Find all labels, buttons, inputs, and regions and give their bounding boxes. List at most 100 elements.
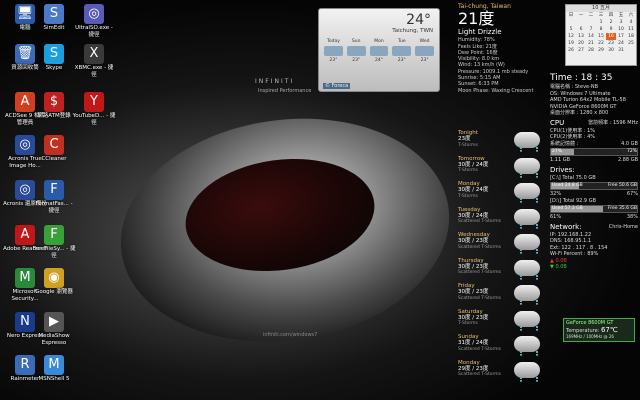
desktop-icon[interactable]: X XBMC.exe - 捷徑: [72, 44, 116, 79]
gpu-monitor: GeForce 8600M GT Temperature: 67℃ 169MHz…: [563, 318, 635, 342]
calendar-day[interactable]: 27: [576, 47, 586, 54]
desktop-icon-label: CCleaner: [41, 156, 67, 162]
calendar-day[interactable]: 22: [596, 40, 606, 47]
calendar-day[interactable]: 18: [626, 33, 636, 40]
drive-d-bar: Used 57.3 GB Free 35.6 GB: [550, 205, 638, 213]
calendar-weekday: 五: [618, 13, 624, 18]
network-name: Chris-Home: [608, 223, 638, 230]
calendar-day[interactable]: 8: [596, 26, 606, 33]
desktop-icon[interactable]: ▶ MediaShow Espresso: [32, 312, 76, 347]
forecast-condition: Scattered T-Storms: [458, 244, 502, 250]
calendar-day[interactable]: 3: [616, 19, 626, 26]
drive-d-used: Used 57.3 GB: [552, 206, 583, 211]
calendar-day[interactable]: 23: [606, 40, 616, 47]
forecast-day: Monday 29度 / 23度 Scattered T-Storms: [458, 360, 558, 387]
storm-cloud-icon: [514, 285, 540, 305]
storm-cloud-icon: [514, 132, 540, 152]
storm-cloud-icon: [514, 259, 540, 280]
forecast-day: Saturday 30度 / 23度 T-Storms: [458, 309, 558, 336]
forecast-day: Sunday 31度 / 24度 Scattered T-Storms: [458, 334, 558, 361]
forecast-day: Friday 30度 / 23度 Scattered T-Storms: [458, 283, 558, 310]
cloud-rain-icon: [392, 46, 412, 56]
calendar[interactable]: 10 五月 日一二三四五六 1 2 3 4 5 6 7 8 9 10 11 12 13 14 15 16 17 18…: [565, 4, 637, 66]
memory-free: 2.88 GB: [617, 157, 638, 163]
desktop-icon-label: MSNShell 5: [38, 376, 70, 382]
calendar-day[interactable]: 30: [606, 47, 616, 54]
memory-bar: 27% 72%: [550, 148, 638, 156]
calendar-day[interactable]: 20: [576, 40, 586, 47]
app-icon: S: [44, 4, 64, 24]
calendar-day[interactable]: 14: [586, 33, 596, 40]
calendar-day[interactable]: 9: [606, 26, 616, 33]
desktop-icon[interactable]: M MSNShell 5: [32, 355, 76, 383]
desktop-icon-label: 網路ATM登錄: [37, 113, 71, 119]
calendar-day[interactable]: 7: [586, 26, 596, 33]
gadget-day: Tue 23°: [390, 39, 413, 63]
calendar-day[interactable]: 16: [606, 33, 616, 40]
calendar-day[interactable]: 15: [596, 33, 606, 40]
calendar-day[interactable]: 26: [566, 47, 576, 54]
gpu-temp: 67℃: [600, 326, 618, 334]
desktop-icon-label: YouTubeD... - 捷徑: [72, 113, 116, 126]
forecast-condition: Scattered T-Storms: [458, 346, 502, 352]
desktop-icon[interactable]: C CCleaner: [32, 135, 76, 163]
desktop-icon[interactable]: S Skype: [32, 44, 76, 72]
calendar-day[interactable]: 4: [626, 19, 636, 26]
app-icon: S: [44, 44, 64, 64]
calendar-day[interactable]: [626, 47, 636, 54]
memory-total: 4.0 GB: [621, 140, 638, 147]
desktop-icon[interactable]: S SimEdit: [32, 4, 76, 32]
gadget-days: Today 23° Sun 23° Mon 24° Tue 23° Wed 23°: [322, 39, 436, 63]
desktop-icon[interactable]: F FreeFileSy... - 捷徑: [32, 225, 76, 260]
calendar-day[interactable]: 29: [596, 47, 606, 54]
desktop-icon[interactable]: F FormatFas... - 捷徑: [32, 180, 76, 215]
calendar-day[interactable]: [576, 19, 586, 26]
calendar-day[interactable]: 24: [616, 40, 626, 47]
forecast-condition: Scattered T-Storms: [458, 295, 502, 301]
calendar-day[interactable]: 13: [576, 33, 586, 40]
calendar-header: 10 五月: [566, 5, 636, 12]
drive-c-total: [C:\] Total 75.0 GB: [550, 174, 596, 181]
weather-gadget[interactable]: 24° Taichung, TWN Today 23° Sun 23° Mon 24° Tu…: [318, 8, 440, 92]
gadget-source[interactable]: © Foreca: [323, 83, 351, 89]
calendar-day[interactable]: 2: [606, 19, 616, 26]
calendar-day[interactable]: [566, 19, 576, 26]
desktop-icon[interactable]: $ 網路ATM登錄: [32, 92, 76, 120]
calendar-day[interactable]: [586, 19, 596, 26]
desktop-icon[interactable]: ◎ UltraISO.exe - 捷徑: [72, 4, 116, 39]
drive-c-used: Used 24.8 GB: [552, 183, 583, 188]
cpu-label: CPU: [550, 118, 565, 127]
download-arrow-icon: ▼: [550, 264, 554, 270]
calendar-day[interactable]: 28: [586, 47, 596, 54]
calendar-day[interactable]: 21: [586, 40, 596, 47]
desktop-icon[interactable]: Y YouTubeD... - 捷徑: [72, 92, 116, 127]
network-title: Network:: [550, 222, 582, 231]
drive-c-free: Free 50.6 GB: [607, 183, 637, 188]
storm-cloud-icon: [514, 234, 540, 254]
calendar-day[interactable]: 1: [596, 19, 606, 26]
forecast-condition: Scattered T-Storms: [458, 219, 502, 224]
weather-condition: Light Drizzle: [458, 28, 502, 37]
calendar-day[interactable]: 31: [616, 47, 626, 54]
desktop-icon[interactable]: ◉ Google 瀏覽器: [32, 268, 76, 296]
calendar-day[interactable]: 17: [616, 33, 626, 40]
memory-used-pct: 27%: [552, 149, 563, 154]
storm-cloud-icon: [514, 361, 540, 382]
desktop-icon-label: XBMC.exe - 捷徑: [74, 65, 114, 78]
calendar-day[interactable]: 12: [566, 33, 576, 40]
wallpaper-tagline: Inspired Performance: [258, 88, 312, 94]
drives-title: Drives:: [550, 165, 575, 174]
calendar-day[interactable]: 6: [576, 26, 586, 33]
desktop-icon-label: UltraISO.exe - 捷徑: [75, 25, 113, 38]
cloud-rain-icon: [415, 46, 434, 56]
calendar-day[interactable]: 10: [616, 26, 626, 33]
gadget-city: Taichung, TWN: [392, 28, 433, 34]
calendar-day[interactable]: 19: [566, 40, 576, 47]
weather-detail-line: Moon Phase: Waxing Crescent: [458, 87, 534, 94]
gadget-day: Mon 24°: [368, 39, 391, 63]
wallpaper-url: infiniti.com/windows7: [263, 332, 318, 338]
app-icon: C: [44, 135, 64, 155]
calendar-day[interactable]: 25: [626, 40, 636, 47]
calendar-day[interactable]: 5: [566, 26, 576, 33]
calendar-day[interactable]: 11: [626, 26, 636, 33]
